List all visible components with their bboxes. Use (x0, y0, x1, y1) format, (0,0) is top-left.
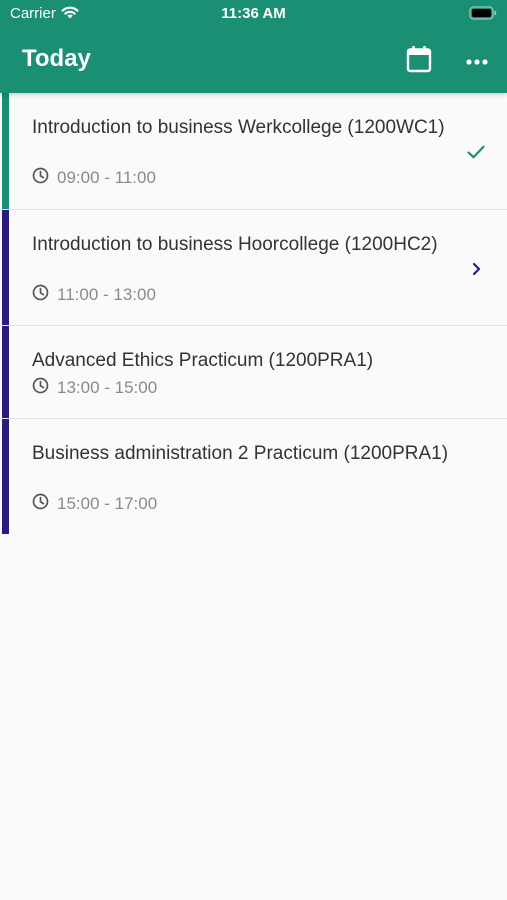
event-item[interactable]: Introduction to business Hoorcollege (12… (0, 210, 507, 326)
event-time: 11:00 - 13:00 (57, 285, 156, 304)
more-horizontal-icon (466, 52, 488, 70)
event-time: 09:00 - 11:00 (57, 168, 156, 187)
event-time-row: 15:00 - 17:00 (32, 493, 157, 515)
event-status-bar (2, 326, 9, 418)
clock-icon (32, 493, 57, 515)
status-bar: Carrier 11:36 AM (0, 0, 507, 28)
event-status-bar (2, 210, 9, 325)
battery-icon (469, 6, 497, 20)
event-title: Introduction to business Werkcollege (12… (32, 117, 445, 138)
event-title: Advanced Ethics Practicum (1200PRA1) (32, 350, 374, 371)
event-title: Introduction to business Hoorcollege (12… (32, 234, 438, 255)
event-item[interactable]: Introduction to business Werkcollege (12… (0, 93, 507, 210)
app-bar: Carrier 11:36 AM Today (0, 0, 507, 93)
event-status-bar (2, 419, 9, 534)
event-time-row: 11:00 - 13:00 (32, 284, 156, 306)
event-time-row: 09:00 - 11:00 (32, 167, 156, 189)
more-button[interactable] (458, 42, 496, 80)
event-time: 15:00 - 17:00 (57, 494, 158, 513)
event-item[interactable]: Advanced Ethics Practicum (1200PRA1) 13:… (0, 326, 507, 419)
event-status-bar (2, 93, 9, 209)
event-time-row: 13:00 - 15:00 (32, 377, 157, 399)
event-item[interactable]: Business administration 2 Practicum (120… (0, 419, 507, 534)
event-title: Business administration 2 Practicum (120… (32, 443, 449, 464)
page-title: Today (22, 45, 91, 72)
calendar-icon (406, 45, 432, 78)
check-icon (465, 141, 487, 163)
event-list: Introduction to business Werkcollege (12… (0, 93, 507, 534)
event-time: 13:00 - 15:00 (57, 378, 158, 397)
clock-icon (32, 167, 57, 189)
status-time: 11:36 AM (221, 5, 286, 22)
clock-icon (32, 377, 57, 399)
clock-icon (32, 284, 57, 306)
calendar-button[interactable] (400, 42, 438, 80)
chevron-right-icon[interactable] (465, 258, 487, 280)
